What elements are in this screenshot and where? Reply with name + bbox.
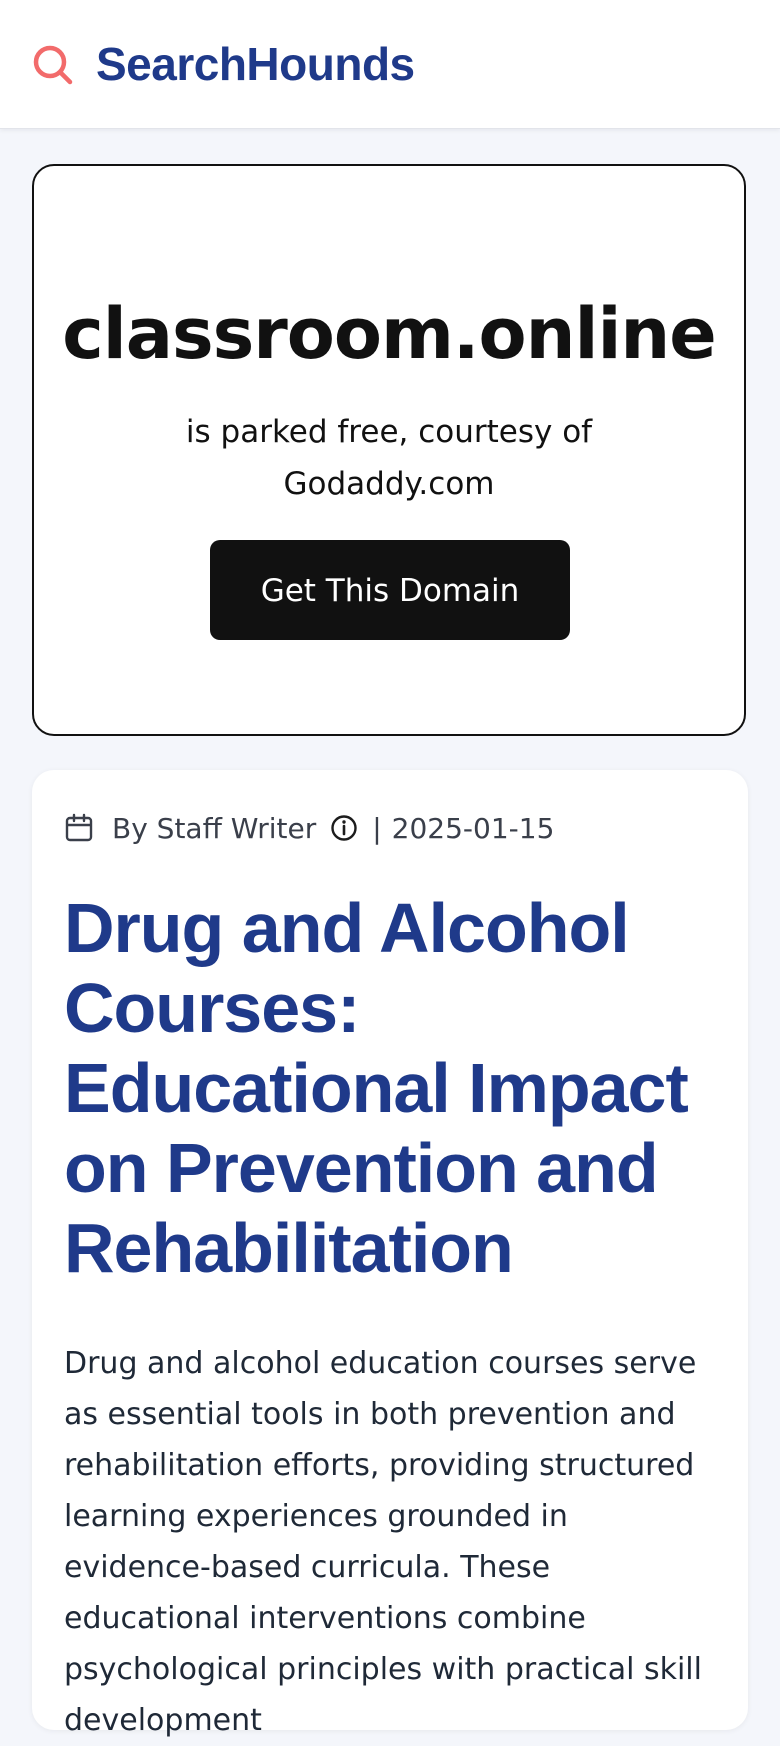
- site-header: SearchHounds: [0, 0, 780, 129]
- get-this-domain-button[interactable]: Get This Domain: [210, 540, 570, 640]
- domain-name: classroom.online: [62, 293, 717, 375]
- article-card: By Staff Writer | 2025-01-15 Drug and Al…: [32, 770, 748, 1738]
- brand-logo-text[interactable]: SearchHounds: [96, 36, 415, 92]
- article-body: Drug and alcohol education courses serve…: [64, 1346, 702, 1738]
- parked-domain-card: classroom.online is parked free, courtes…: [32, 164, 746, 736]
- calendar-icon: [65, 813, 93, 842]
- article-date: 2025-01-15: [391, 811, 555, 845]
- info-icon[interactable]: [330, 814, 358, 842]
- search-icon[interactable]: [32, 44, 76, 88]
- article-author: By Staff Writer: [112, 811, 317, 845]
- article-title: Drug and Alcohol Courses: Educational Im…: [64, 889, 689, 1287]
- article-meta: By Staff Writer | 2025-01-15: [64, 806, 554, 850]
- parked-message: is parked free, courtesy of Godaddy.com: [185, 414, 593, 502]
- meta-separator: |: [372, 811, 382, 845]
